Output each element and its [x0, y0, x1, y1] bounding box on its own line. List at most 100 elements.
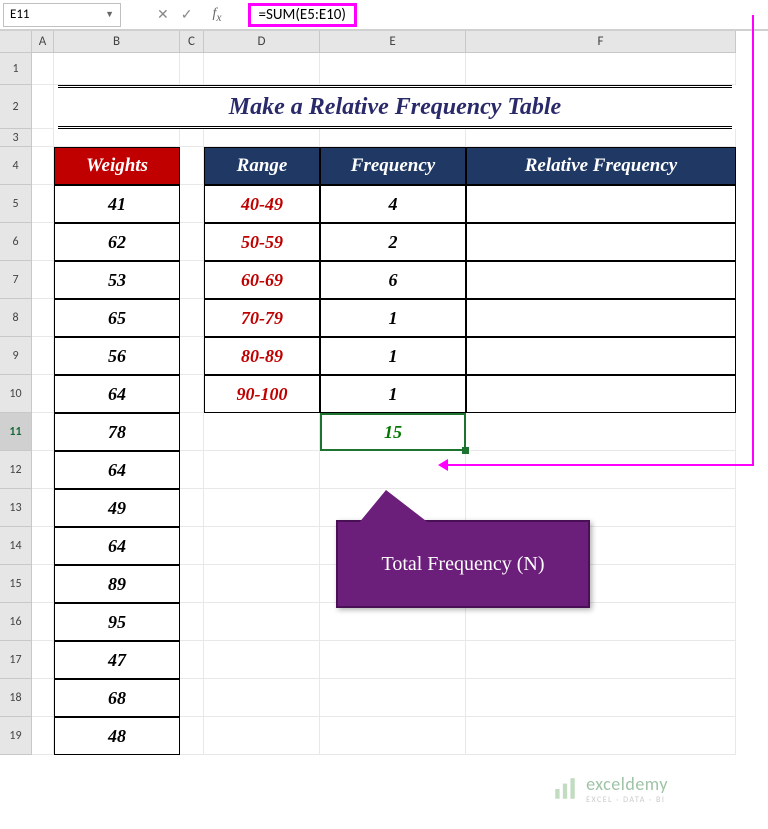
row-header-6[interactable]: 6	[0, 223, 32, 261]
relative-frequency-header[interactable]: Relative Frequency	[466, 147, 736, 185]
col-header-B[interactable]: B	[54, 31, 180, 53]
weight-cell[interactable]: 64	[54, 527, 180, 565]
cell[interactable]	[32, 147, 54, 185]
formula-input-highlighted[interactable]: =SUM(E5:E10)	[248, 3, 357, 27]
cell[interactable]	[180, 53, 204, 85]
col-header-E[interactable]: E	[320, 31, 466, 53]
range-header[interactable]: Range	[204, 147, 320, 185]
freq-cell[interactable]: 1	[320, 337, 466, 375]
range-cell[interactable]: 90-100	[204, 375, 320, 413]
enter-icon[interactable]: ✓	[181, 6, 193, 23]
cancel-icon[interactable]: ✕	[157, 6, 169, 23]
row-header-13[interactable]: 13	[0, 489, 32, 527]
cell[interactable]	[32, 489, 54, 527]
cell[interactable]	[180, 337, 204, 375]
fx-icon[interactable]: fx	[212, 6, 221, 24]
cell[interactable]	[180, 147, 204, 185]
range-cell[interactable]: 50-59	[204, 223, 320, 261]
cell[interactable]	[180, 129, 204, 147]
weight-cell[interactable]: 64	[54, 375, 180, 413]
weight-cell[interactable]: 53	[54, 261, 180, 299]
col-header-D[interactable]: D	[204, 31, 320, 53]
cell[interactable]	[180, 603, 204, 641]
weight-cell[interactable]: 49	[54, 489, 180, 527]
weight-cell[interactable]: 48	[54, 717, 180, 755]
cell[interactable]	[204, 413, 320, 451]
spreadsheet-grid[interactable]: A B C D E F 1 2 Make a Relative Frequenc…	[0, 30, 768, 755]
row-header-2[interactable]: 2	[0, 85, 32, 129]
cell[interactable]	[466, 717, 736, 755]
row-header-15[interactable]: 15	[0, 565, 32, 603]
row-header-12[interactable]: 12	[0, 451, 32, 489]
cell[interactable]	[32, 717, 54, 755]
row-header-8[interactable]: 8	[0, 299, 32, 337]
cell[interactable]	[204, 717, 320, 755]
relfreq-cell[interactable]	[466, 299, 736, 337]
cell[interactable]	[32, 337, 54, 375]
cell[interactable]	[204, 129, 320, 147]
cell[interactable]	[32, 641, 54, 679]
cell[interactable]	[180, 413, 204, 451]
cell[interactable]	[180, 565, 204, 603]
cell[interactable]	[466, 603, 736, 641]
weight-cell[interactable]: 62	[54, 223, 180, 261]
cell[interactable]	[180, 223, 204, 261]
cell[interactable]	[204, 641, 320, 679]
cell[interactable]	[32, 223, 54, 261]
active-cell-E11[interactable]: 15	[320, 413, 466, 451]
cell[interactable]	[54, 53, 180, 85]
freq-cell[interactable]: 2	[320, 223, 466, 261]
fill-handle[interactable]	[462, 447, 469, 454]
cell[interactable]	[320, 641, 466, 679]
cell[interactable]	[32, 299, 54, 337]
cell[interactable]	[32, 261, 54, 299]
cell[interactable]	[32, 185, 54, 223]
freq-cell[interactable]: 1	[320, 299, 466, 337]
cell[interactable]	[320, 129, 466, 147]
cell[interactable]	[204, 451, 320, 489]
frequency-header[interactable]: Frequency	[320, 147, 466, 185]
freq-cell[interactable]: 1	[320, 375, 466, 413]
cell[interactable]	[466, 451, 736, 489]
cell[interactable]	[204, 565, 320, 603]
range-cell[interactable]: 40-49	[204, 185, 320, 223]
cell[interactable]	[204, 53, 320, 85]
cell[interactable]	[466, 413, 736, 451]
cell[interactable]	[32, 679, 54, 717]
weight-cell[interactable]: 95	[54, 603, 180, 641]
relfreq-cell[interactable]	[466, 223, 736, 261]
cell[interactable]	[32, 375, 54, 413]
cell[interactable]	[32, 527, 54, 565]
cell[interactable]	[32, 85, 54, 129]
cell[interactable]	[180, 375, 204, 413]
cell[interactable]	[32, 129, 54, 147]
cell[interactable]	[32, 451, 54, 489]
cell[interactable]	[320, 679, 466, 717]
cell[interactable]	[180, 717, 204, 755]
cell[interactable]	[466, 641, 736, 679]
cell[interactable]	[180, 299, 204, 337]
col-header-A[interactable]: A	[32, 31, 54, 53]
row-header-14[interactable]: 14	[0, 527, 32, 565]
range-cell[interactable]: 70-79	[204, 299, 320, 337]
freq-cell[interactable]: 4	[320, 185, 466, 223]
row-header-4[interactable]: 4	[0, 147, 32, 185]
cell[interactable]	[180, 679, 204, 717]
row-header-18[interactable]: 18	[0, 679, 32, 717]
cell[interactable]	[180, 185, 204, 223]
cell[interactable]	[54, 129, 180, 147]
row-header-10[interactable]: 10	[0, 375, 32, 413]
weight-cell[interactable]: 78	[54, 413, 180, 451]
cell[interactable]	[204, 679, 320, 717]
cell[interactable]	[466, 679, 736, 717]
cell[interactable]	[32, 565, 54, 603]
freq-cell[interactable]: 6	[320, 261, 466, 299]
weight-cell[interactable]: 56	[54, 337, 180, 375]
relfreq-cell[interactable]	[466, 185, 736, 223]
row-header-9[interactable]: 9	[0, 337, 32, 375]
row-header-11[interactable]: 11	[0, 413, 32, 451]
weight-cell[interactable]: 89	[54, 565, 180, 603]
cell[interactable]	[32, 413, 54, 451]
cell[interactable]	[466, 53, 736, 85]
cell[interactable]	[204, 603, 320, 641]
